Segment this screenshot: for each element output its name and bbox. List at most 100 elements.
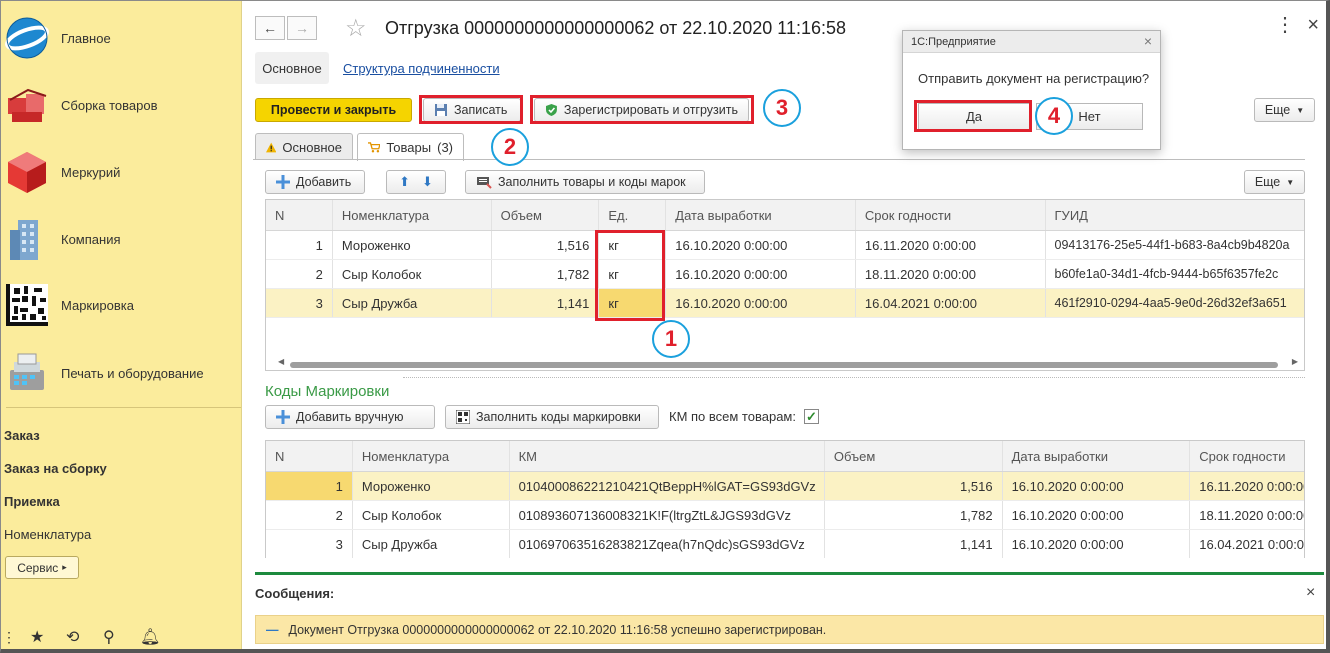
col-header[interactable]: ГУИД [1046, 200, 1304, 230]
fill-scanner-icon [477, 177, 492, 189]
service-button[interactable]: Сервис ▸ [5, 556, 79, 579]
cell-km: 010400086221210421QtBeppH%lGAT=GS93dGVz [510, 472, 825, 500]
cell-volume: 1,141 [492, 289, 600, 317]
sidebar-link-assembly-order[interactable]: Заказ на сборку [4, 461, 107, 476]
caret-down-icon: ▼ [1286, 177, 1295, 187]
scrollbar-thumb[interactable] [290, 362, 1278, 368]
col-header[interactable]: Объем [825, 441, 1003, 471]
favorite-star-icon[interactable]: ☆ [345, 14, 367, 43]
sidebar-section-marking[interactable]: Маркировка [0, 271, 242, 339]
col-header[interactable]: Дата выработки [1003, 441, 1191, 471]
col-header[interactable]: N [266, 200, 333, 230]
caret-down-icon: ▼ [1296, 105, 1305, 115]
dash-icon: — [266, 622, 279, 637]
cell-made: 16.10.2020 0:00:00 [666, 260, 856, 288]
col-header[interactable]: Номенклатура [333, 200, 492, 230]
col-header[interactable]: Ед. [599, 200, 667, 230]
building-icon [10, 220, 38, 260]
col-header[interactable]: Дата выработки [666, 200, 856, 230]
table-row[interactable]: 2 Сыр Колобок 010893607136008321K!F(ltrg… [266, 501, 1304, 530]
sidebar-link-order[interactable]: Заказ [4, 428, 40, 443]
col-header[interactable]: N [266, 441, 353, 471]
nav-link-structure[interactable]: Структура подчиненности [343, 61, 500, 76]
cell-volume: 1,516 [825, 472, 1003, 500]
cell-km: 010697063516283821Zqea(h7nQdc)sGS93dGVz [510, 530, 825, 558]
search-icon[interactable]: ⚲ [103, 627, 115, 647]
bell-icon[interactable]: 🔔︎ [140, 627, 160, 647]
cell-name: Сыр Дружба [353, 530, 510, 558]
table-row[interactable]: 3 Сыр Дружба 010697063516283821Zqea(h7nQ… [266, 530, 1304, 558]
cell-n: 2 [266, 501, 353, 529]
scroll-right-icon[interactable]: ▶ [1292, 357, 1298, 366]
table-row[interactable]: 2 Сыр Колобок 1,782 кг 16.10.2020 0:00:0… [266, 260, 1304, 289]
sidebar-section-assembly[interactable]: Сборка товаров [0, 71, 242, 139]
cell-n: 1 [266, 231, 333, 259]
cell-guid: 461f2910-0294-4aa5-9e0d-26d32ef3a651 [1054, 296, 1287, 310]
arrow-left-icon: ← [263, 20, 277, 36]
sidebar-section-company[interactable]: Компания [0, 205, 242, 273]
cell-expires: 16.11.2020 0:00:00 [856, 231, 1046, 259]
table-row[interactable]: 1 Мороженко 1,516 кг 16.10.2020 0:00:00 … [266, 231, 1304, 260]
star-icon[interactable]: ★ [30, 627, 44, 647]
marks-section-title: Коды Маркировки [265, 383, 390, 400]
forward-button[interactable]: → [287, 16, 317, 40]
save-button[interactable]: Записать [423, 98, 521, 122]
cell-name: Мороженко [333, 231, 492, 259]
more-options-icon[interactable]: ⋮ [1275, 12, 1295, 37]
message-item[interactable]: — Документ Отгрузка 0000000000000000062 … [255, 615, 1324, 644]
annotation-marker-2: 2 [491, 128, 529, 166]
table-row-selected[interactable]: 3 Сыр Дружба 1,141 кг 16.10.2020 0:00:00… [266, 289, 1304, 318]
col-header[interactable]: Объем [492, 200, 600, 230]
sidebar-section-print[interactable]: Печать и оборудование [0, 339, 242, 407]
section-divider [403, 377, 1305, 378]
goods-more-label: Еще [1254, 175, 1281, 189]
register-and-ship-button[interactable]: Зарегистрировать и отгрузить [534, 98, 749, 122]
km-all-checkbox[interactable]: ✓ [804, 409, 819, 424]
dialog-yes-button[interactable]: Да [918, 103, 1030, 130]
back-button[interactable]: ← [255, 16, 285, 40]
dialog-question: Отправить документ на регистрацию? [918, 71, 1150, 86]
fill-codes-button[interactable]: Заполнить коды маркировки [445, 405, 659, 429]
red-cube-icon [8, 152, 46, 193]
add-goods-button[interactable]: Добавить [265, 170, 365, 194]
col-header[interactable]: Срок годности [1190, 441, 1304, 471]
dialog-close-icon[interactable]: × [1144, 33, 1152, 49]
cell-unit: кг [599, 231, 667, 259]
sidebar-section-main[interactable]: Главное [0, 4, 242, 72]
fill-goods-button[interactable]: Заполнить товары и коды марок [465, 170, 705, 194]
post-and-close-button[interactable]: Провести и закрыть [255, 98, 412, 122]
qr-code-icon [456, 410, 470, 424]
goods-horizontal-scrollbar[interactable]: ◀ ▶ [278, 357, 1298, 369]
sidebar-link-receipt[interactable]: Приемка [4, 494, 60, 509]
col-header[interactable]: КМ [510, 441, 825, 471]
menu-dots-icon[interactable]: ⋮ [2, 629, 16, 646]
cell-name: Сыр Колобок [353, 501, 510, 529]
sidebar-section-label: Печать и оборудование [61, 365, 204, 381]
more-button[interactable]: Еще ▼ [1254, 98, 1315, 122]
nav-tab-main[interactable]: Основное [255, 52, 329, 84]
col-header[interactable]: Срок годности [856, 200, 1046, 230]
cell-n: 2 [266, 260, 333, 288]
close-form-icon[interactable]: × [1307, 14, 1319, 37]
sidebar-section-label: Сборка товаров [61, 97, 158, 113]
table-row-selected[interactable]: 1 Мороженко 010400086221210421QtBeppH%lG… [266, 472, 1304, 501]
sidebar-link-nomenclature[interactable]: Номенклатура [4, 527, 91, 542]
cell-expires: 16.11.2020 0:00:00 [1199, 478, 1305, 494]
col-header[interactable]: Номенклатура [353, 441, 510, 471]
move-row-buttons[interactable]: ⬆ ⬇ [386, 170, 446, 194]
tab-goods[interactable]: Товары (3) [357, 133, 464, 161]
goods-more-button[interactable]: Еще ▼ [1244, 170, 1305, 194]
arrow-up-icon[interactable]: ⬆ [399, 174, 410, 190]
add-manual-button[interactable]: Добавить вручную [265, 405, 435, 429]
close-messages-icon[interactable]: × [1306, 584, 1315, 602]
cell-made: 16.10.2020 0:00:00 [1003, 472, 1191, 500]
messages-title: Сообщения: [255, 586, 335, 601]
cell-volume: 1,782 [825, 501, 1003, 529]
history-icon[interactable]: ⟲ [66, 627, 79, 647]
scroll-left-icon[interactable]: ◀ [278, 357, 284, 366]
cell-expires: 16.04.2021 0:00:00 [856, 289, 1046, 317]
sidebar-section-mercury[interactable]: Меркурий [0, 138, 242, 206]
arrow-down-icon[interactable]: ⬇ [422, 174, 433, 190]
cell-unit[interactable]: кг [599, 289, 667, 317]
tab-main[interactable]: Основное [255, 133, 353, 160]
